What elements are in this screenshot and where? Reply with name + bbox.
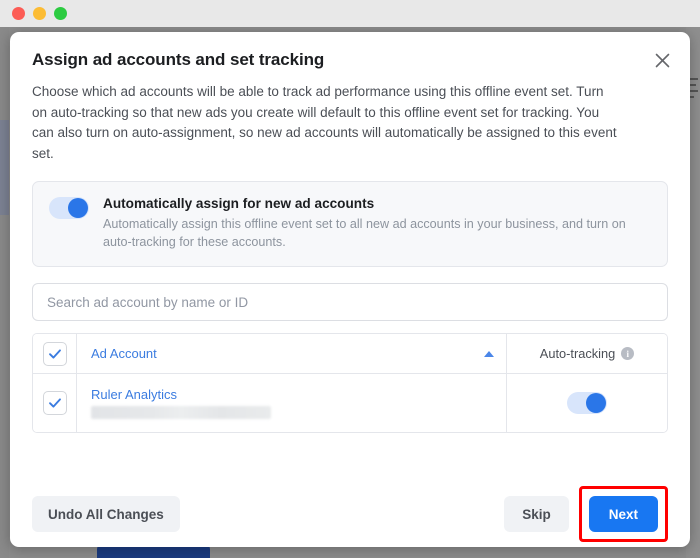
row-checkbox[interactable] bbox=[42, 391, 67, 415]
page-title: Assign ad accounts and set tracking bbox=[32, 50, 325, 69]
window-close-button[interactable] bbox=[12, 7, 25, 20]
skip-button[interactable]: Skip bbox=[504, 496, 569, 532]
app-window: Assign ad accounts and set tracking Choo… bbox=[0, 0, 700, 558]
select-all-cell[interactable] bbox=[33, 334, 77, 373]
column-header-ad-account[interactable]: Ad Account bbox=[77, 334, 507, 373]
info-icon[interactable]: i bbox=[621, 347, 635, 360]
row-auto-tracking-cell bbox=[507, 374, 667, 432]
footer-right-actions: Skip Next bbox=[504, 486, 668, 542]
row-ad-account-cell: Ruler Analytics bbox=[77, 374, 507, 432]
auto-assign-title: Automatically assign for new ad accounts bbox=[103, 196, 375, 211]
undo-all-changes-button[interactable]: Undo All Changes bbox=[32, 496, 180, 532]
assign-ad-accounts-dialog: Assign ad accounts and set tracking Choo… bbox=[10, 32, 690, 547]
window-minimize-button[interactable] bbox=[33, 7, 46, 20]
dialog-description: Choose which ad accounts will be able to… bbox=[32, 84, 617, 161]
background-left-column bbox=[0, 27, 9, 558]
dialog-header: Assign ad accounts and set tracking bbox=[10, 32, 690, 76]
next-button[interactable]: Next bbox=[588, 496, 658, 532]
close-icon[interactable] bbox=[648, 46, 676, 74]
search-ad-account-box[interactable] bbox=[32, 283, 668, 321]
auto-assign-toggle[interactable] bbox=[49, 197, 89, 219]
column-header-ad-account-label[interactable]: Ad Account bbox=[91, 346, 157, 361]
window-titlebar bbox=[0, 0, 700, 27]
auto-assign-toggle-knob bbox=[68, 198, 88, 218]
next-button-highlight: Next bbox=[578, 486, 668, 542]
sort-ascending-icon[interactable] bbox=[484, 350, 494, 357]
row-auto-tracking-toggle-knob bbox=[586, 393, 606, 413]
ad-account-info: Ruler Analytics bbox=[91, 387, 271, 419]
search-input[interactable] bbox=[47, 294, 653, 310]
auto-assign-texts: Automatically assign for new ad accounts… bbox=[103, 196, 651, 251]
window-zoom-button[interactable] bbox=[54, 7, 67, 20]
select-all-checkbox[interactable] bbox=[42, 341, 67, 366]
ad-account-id-redacted bbox=[91, 406, 271, 419]
auto-assign-subtitle: Automatically assign this offline event … bbox=[103, 217, 626, 249]
ad-accounts-table: Ad Account Auto-tracking i Ruler Analyti… bbox=[32, 333, 668, 433]
background-sidebar-strip bbox=[0, 120, 9, 215]
table-header-row: Ad Account Auto-tracking i bbox=[33, 334, 667, 374]
column-header-auto-tracking: Auto-tracking i bbox=[507, 334, 667, 373]
column-header-auto-tracking-label: Auto-tracking bbox=[539, 346, 616, 361]
dialog-footer: Undo All Changes Skip Next bbox=[10, 481, 690, 547]
ad-account-name-link[interactable]: Ruler Analytics bbox=[91, 387, 271, 402]
row-select-cell[interactable] bbox=[33, 374, 77, 432]
auto-assign-banner: Automatically assign for new ad accounts… bbox=[32, 181, 668, 267]
dialog-body: Choose which ad accounts will be able to… bbox=[10, 76, 690, 481]
table-row: Ruler Analytics bbox=[33, 374, 667, 432]
row-auto-tracking-toggle[interactable] bbox=[567, 392, 607, 414]
